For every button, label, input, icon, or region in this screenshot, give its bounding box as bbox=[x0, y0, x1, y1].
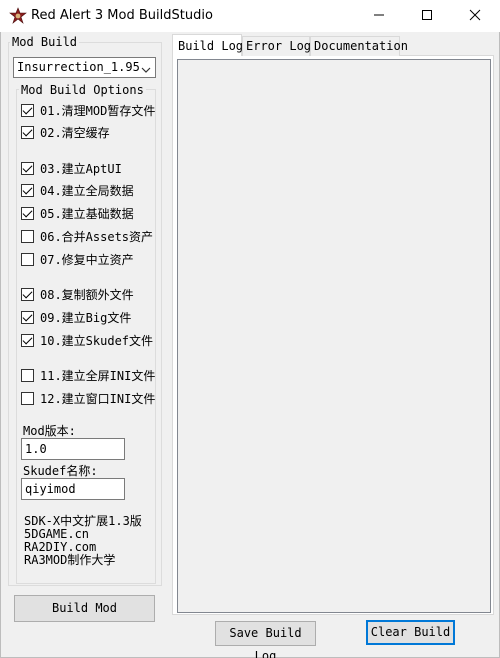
mod-version-field[interactable]: 1.0 bbox=[21, 438, 125, 460]
tab-build-log[interactable]: Build Log bbox=[172, 34, 243, 56]
skudef-name-value: qiyimod bbox=[25, 482, 76, 496]
option-label: 11.建立全屏INI文件 bbox=[40, 368, 156, 383]
checkbox[interactable] bbox=[21, 103, 34, 117]
tab-error-log[interactable]: Error Log bbox=[242, 36, 311, 56]
checkbox[interactable] bbox=[21, 333, 34, 347]
credit-line: RA3MOD制作大学 bbox=[24, 553, 116, 567]
credits-block: SDK-X中文扩展1.3版 5DGAME.cn RA2DIY.com RA3MO… bbox=[24, 515, 142, 567]
option-07[interactable]: 07.修复中立资产 bbox=[21, 251, 134, 267]
option-12[interactable]: 12.建立窗口INI文件 bbox=[21, 390, 155, 406]
mod-select-value: Insurrection_1.95 bbox=[17, 60, 140, 74]
checkbox[interactable] bbox=[21, 229, 34, 243]
option-05[interactable]: 05.建立基础数据 bbox=[21, 205, 134, 221]
mod-build-group-label: Mod Build bbox=[10, 35, 80, 49]
save-build-log-button[interactable]: Save Build Log bbox=[215, 621, 316, 658]
window-title: Red Alert 3 Mod BuildStudio bbox=[31, 8, 213, 23]
close-icon bbox=[469, 9, 481, 24]
build-mod-button[interactable]: Build Mod bbox=[14, 595, 155, 622]
option-label: 05.建立基础数据 bbox=[40, 206, 134, 221]
close-button[interactable] bbox=[452, 0, 498, 32]
option-03[interactable]: 03.建立AptUI bbox=[21, 160, 122, 176]
chevron-down-icon bbox=[141, 62, 151, 73]
checkbox[interactable] bbox=[21, 183, 34, 197]
maximize-icon bbox=[421, 9, 433, 24]
skudef-name-field[interactable]: qiyimod bbox=[21, 478, 125, 500]
option-label: 08.复制额外文件 bbox=[40, 287, 134, 302]
skudef-name-label: Skudef名称: bbox=[23, 464, 98, 478]
option-06[interactable]: 06.合并Assets资产 bbox=[21, 228, 153, 244]
tab-documentation[interactable]: Documentation bbox=[310, 36, 408, 56]
option-02[interactable]: 02.清空缓存 bbox=[21, 124, 110, 140]
option-04[interactable]: 04.建立全局数据 bbox=[21, 182, 134, 198]
minimize-button[interactable] bbox=[356, 0, 402, 32]
mod-version-label: Mod版本: bbox=[23, 424, 76, 438]
ra3-app-icon bbox=[9, 7, 27, 25]
mod-select[interactable]: Insurrection_1.95 bbox=[13, 57, 156, 78]
option-label: 01.清理MOD暂存文件 bbox=[40, 103, 156, 118]
option-label: 06.合并Assets资产 bbox=[40, 229, 154, 244]
checkbox[interactable] bbox=[21, 391, 34, 405]
option-09[interactable]: 09.建立Big文件 bbox=[21, 309, 131, 325]
checkbox[interactable] bbox=[21, 252, 34, 266]
option-label: 03.建立AptUI bbox=[40, 161, 122, 176]
option-label: 04.建立全局数据 bbox=[40, 183, 134, 198]
option-label: 09.建立Big文件 bbox=[40, 310, 132, 325]
clear-build-button[interactable]: Clear Build bbox=[366, 620, 455, 645]
option-label: 10.建立Skudef文件 bbox=[40, 333, 154, 348]
title-bar[interactable]: Red Alert 3 Mod BuildStudio bbox=[0, 0, 500, 32]
option-label: 02.清空缓存 bbox=[40, 125, 110, 140]
checkbox[interactable] bbox=[21, 368, 34, 382]
option-label: 12.建立窗口INI文件 bbox=[40, 391, 156, 406]
mod-build-options-label: Mod Build Options bbox=[19, 83, 146, 97]
checkbox[interactable] bbox=[21, 125, 34, 139]
option-08[interactable]: 08.复制额外文件 bbox=[21, 286, 134, 302]
build-log-textarea[interactable] bbox=[177, 59, 491, 613]
option-01[interactable]: 01.清理MOD暂存文件 bbox=[21, 102, 155, 118]
checkbox[interactable] bbox=[21, 206, 34, 220]
maximize-button[interactable] bbox=[404, 0, 450, 32]
checkbox[interactable] bbox=[21, 161, 34, 175]
mod-version-value: 1.0 bbox=[25, 442, 47, 456]
option-11[interactable]: 11.建立全屏INI文件 bbox=[21, 367, 155, 383]
checkbox[interactable] bbox=[21, 287, 34, 301]
minimize-icon bbox=[373, 9, 385, 24]
option-10[interactable]: 10.建立Skudef文件 bbox=[21, 332, 153, 348]
option-label: 07.修复中立资产 bbox=[40, 252, 134, 267]
checkbox[interactable] bbox=[21, 310, 34, 324]
